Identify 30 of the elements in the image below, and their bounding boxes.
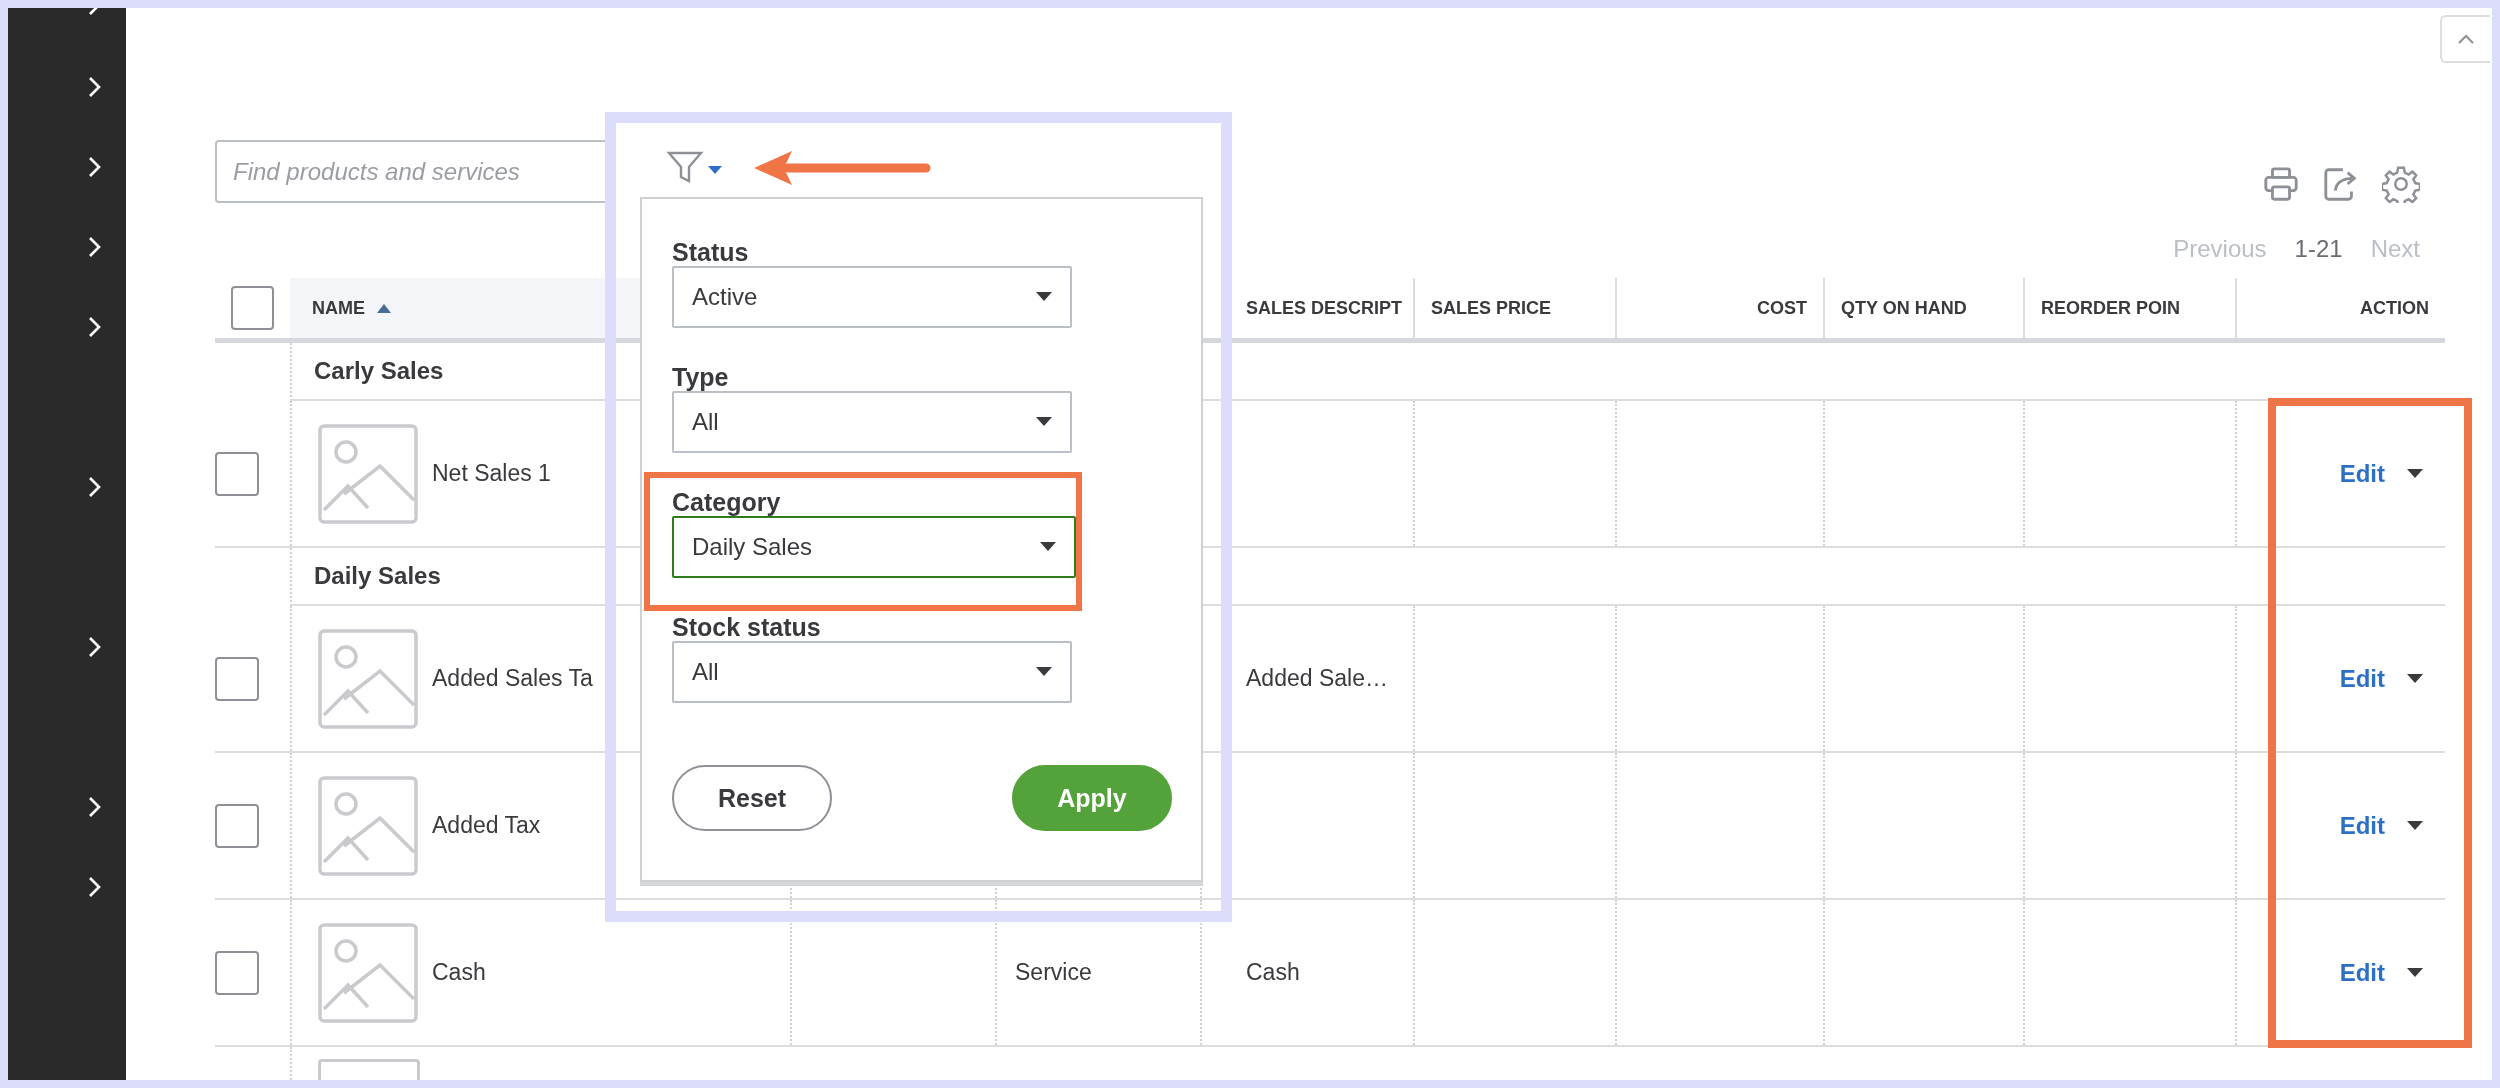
product-name[interactable]: Added Sales Ta — [432, 665, 593, 692]
group-header: Carly Sales — [314, 357, 444, 385]
column-header[interactable]: SALES PRICE — [1431, 297, 1552, 319]
column-header[interactable]: NAME — [312, 297, 365, 319]
dropdown[interactable]: Active — [672, 266, 1072, 328]
sales-description: Cash — [1246, 959, 1300, 986]
sales-description: Added Sale… — [1246, 665, 1388, 692]
product-type: Service — [1015, 959, 1092, 986]
page-range: 1-21 — [2294, 235, 2343, 263]
edit-link[interactable]: Edit — [2339, 664, 2385, 693]
edit-link[interactable]: Edit — [2339, 958, 2385, 987]
field-label: Status — [672, 239, 750, 266]
product-name[interactable]: Cash — [432, 959, 486, 986]
column-header[interactable]: QTY ON HAND — [1841, 297, 1967, 319]
edit-link[interactable]: Edit — [2339, 459, 2385, 488]
edit-link[interactable]: Edit — [2339, 811, 2385, 840]
group-header: Daily Sales — [314, 562, 441, 590]
dropdown[interactable]: All — [672, 641, 1072, 703]
column-header[interactable]: ACTION — [2360, 297, 2429, 319]
field-label: Type — [672, 364, 730, 391]
column-header[interactable]: COST — [1757, 297, 1807, 319]
field-label: Stock status — [672, 614, 822, 641]
dropdown[interactable]: Daily Sales — [672, 516, 1076, 578]
dropdown[interactable]: All — [672, 391, 1072, 453]
reset-button[interactable]: Reset — [672, 765, 832, 831]
product-name[interactable]: Added Tax — [432, 812, 541, 839]
field-label: Category — [672, 489, 782, 516]
column-header[interactable]: REORDER POIN — [2041, 297, 2181, 319]
product-name[interactable]: Net Sales 1 — [432, 460, 551, 487]
column-header[interactable]: SALES DESCRIPT — [1246, 297, 1403, 319]
